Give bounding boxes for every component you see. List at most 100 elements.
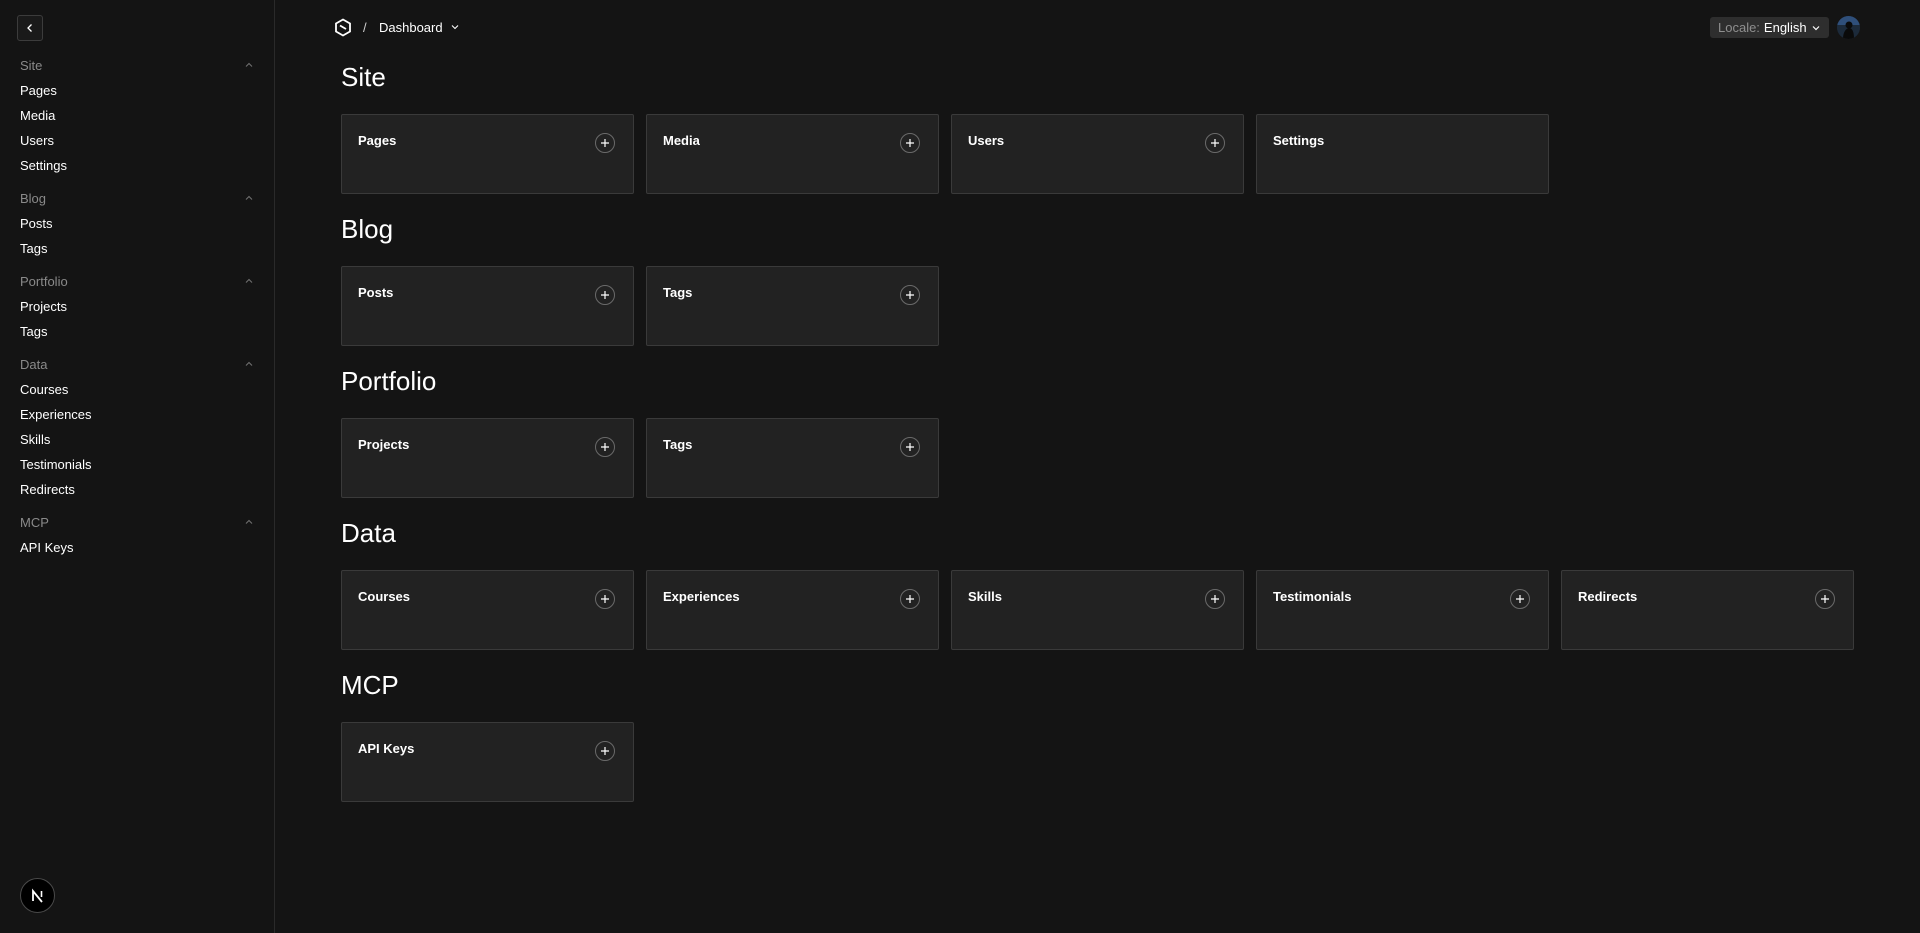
locale-selector[interactable]: Locale: English: [1710, 17, 1829, 38]
section-portfolio: Portfolio Projects Tags: [341, 359, 1861, 511]
card-title: Tags: [663, 437, 693, 452]
card-projects[interactable]: Projects: [341, 418, 634, 498]
add-testimonials-button[interactable]: [1510, 589, 1530, 609]
dashboard-main: Site Pages Media Users Settings Blog Pos…: [341, 55, 1861, 815]
nav-group-toggle[interactable]: Portfolio: [0, 268, 274, 294]
plus-icon: [1211, 595, 1219, 603]
card-api-keys[interactable]: API Keys: [341, 722, 634, 802]
plus-icon: [1211, 139, 1219, 147]
card-pages[interactable]: Pages: [341, 114, 634, 194]
add-blog-tags-button[interactable]: [900, 285, 920, 305]
card-title: Experiences: [663, 589, 740, 604]
add-portfolio-tags-button[interactable]: [900, 437, 920, 457]
card-row: API Keys: [341, 722, 1861, 815]
nav-group-toggle[interactable]: Site: [0, 52, 274, 78]
add-pages-button[interactable]: [595, 133, 615, 153]
payload-logo-icon[interactable]: [334, 18, 352, 37]
chevron-up-icon: [245, 195, 253, 200]
admin-app: Site Pages Media Users Settings Blog Pos…: [0, 0, 1920, 933]
plus-icon: [1516, 595, 1524, 603]
nav-group-toggle[interactable]: MCP: [0, 509, 274, 535]
card-posts[interactable]: Posts: [341, 266, 634, 346]
card-title: Media: [663, 133, 700, 148]
locale-label: Locale:: [1718, 20, 1760, 35]
card-courses[interactable]: Courses: [341, 570, 634, 650]
plus-icon: [1821, 595, 1829, 603]
card-row: Posts Tags: [341, 266, 1861, 359]
card-redirects[interactable]: Redirects: [1561, 570, 1854, 650]
sidebar-item-courses[interactable]: Courses: [0, 377, 274, 402]
sidebar-item-media[interactable]: Media: [0, 103, 274, 128]
nav-group-label: Portfolio: [20, 273, 68, 289]
sidebar-item-portfolio-tags[interactable]: Tags: [0, 319, 274, 344]
card-settings[interactable]: Settings: [1256, 114, 1549, 194]
add-redirects-button[interactable]: [1815, 589, 1835, 609]
nextjs-logo-icon[interactable]: [20, 878, 55, 913]
section-title: Site: [341, 62, 386, 92]
sidebar-item-users[interactable]: Users: [0, 128, 274, 153]
add-experiences-button[interactable]: [900, 589, 920, 609]
chevron-up-icon: [245, 62, 253, 67]
chevron-up-icon: [245, 519, 253, 524]
top-header: / Dashboard Locale: English: [275, 0, 1920, 55]
add-users-button[interactable]: [1205, 133, 1225, 153]
sidebar-item-skills[interactable]: Skills: [0, 427, 274, 452]
chevron-left-icon: [27, 24, 32, 32]
sidebar-item-settings[interactable]: Settings: [0, 153, 274, 178]
add-courses-button[interactable]: [595, 589, 615, 609]
card-title: Pages: [358, 133, 397, 148]
add-posts-button[interactable]: [595, 285, 615, 305]
card-title: Testimonials: [1273, 589, 1352, 604]
sidebar-item-redirects[interactable]: Redirects: [0, 477, 274, 502]
user-avatar-icon: [1837, 16, 1860, 39]
add-skills-button[interactable]: [1205, 589, 1225, 609]
card-testimonials[interactable]: Testimonials: [1256, 570, 1549, 650]
nav-group-toggle[interactable]: Blog: [0, 185, 274, 211]
avatar[interactable]: [1837, 16, 1860, 39]
sidebar-item-testimonials[interactable]: Testimonials: [0, 452, 274, 477]
collapse-sidebar-button[interactable]: [17, 15, 43, 41]
add-api-keys-button[interactable]: [595, 741, 615, 761]
section-data: Data Courses Experiences Skills Testimon…: [341, 511, 1861, 663]
card-title: Courses: [358, 589, 411, 604]
card-title: Skills: [968, 589, 1002, 604]
add-media-button[interactable]: [900, 133, 920, 153]
card-row: Courses Experiences Skills Testimonials …: [341, 570, 1861, 663]
section-title: Data: [341, 518, 396, 548]
card-title: Posts: [358, 285, 394, 300]
card-experiences[interactable]: Experiences: [646, 570, 939, 650]
breadcrumb-dashboard[interactable]: Dashboard: [379, 17, 460, 37]
sidebar-nav: Site Pages Media Users Settings Blog Pos…: [0, 52, 274, 567]
section-site: Site Pages Media Users Settings: [341, 55, 1861, 207]
sidebar-item-api-keys[interactable]: API Keys: [0, 535, 274, 560]
sidebar-item-pages[interactable]: Pages: [0, 78, 274, 103]
card-title: Settings: [1273, 133, 1325, 148]
breadcrumb-label: Dashboard: [379, 19, 443, 35]
card-title: Tags: [663, 285, 693, 300]
plus-icon: [601, 747, 609, 755]
section-mcp: MCP API Keys: [341, 663, 1861, 815]
section-title: Blog: [341, 214, 394, 244]
plus-icon: [906, 139, 914, 147]
plus-icon: [906, 443, 914, 451]
card-media[interactable]: Media: [646, 114, 939, 194]
nav-group-label: Blog: [20, 190, 47, 206]
add-projects-button[interactable]: [595, 437, 615, 457]
section-title: MCP: [341, 670, 399, 700]
sidebar-item-blog-tags[interactable]: Tags: [0, 236, 274, 261]
section-blog: Blog Posts Tags: [341, 207, 1861, 359]
sidebar: Site Pages Media Users Settings Blog Pos…: [0, 0, 275, 933]
card-row: Projects Tags: [341, 418, 1861, 511]
card-blog-tags[interactable]: Tags: [646, 266, 939, 346]
nav-group-data: Data Courses Experiences Skills Testimon…: [0, 351, 274, 509]
sidebar-item-posts[interactable]: Posts: [0, 211, 274, 236]
nav-group-toggle[interactable]: Data: [0, 351, 274, 377]
nav-group-blog: Blog Posts Tags: [0, 185, 274, 268]
sidebar-item-experiences[interactable]: Experiences: [0, 402, 274, 427]
card-users[interactable]: Users: [951, 114, 1244, 194]
plus-icon: [601, 595, 609, 603]
section-title: Portfolio: [341, 366, 437, 396]
card-skills[interactable]: Skills: [951, 570, 1244, 650]
card-portfolio-tags[interactable]: Tags: [646, 418, 939, 498]
sidebar-item-projects[interactable]: Projects: [0, 294, 274, 319]
